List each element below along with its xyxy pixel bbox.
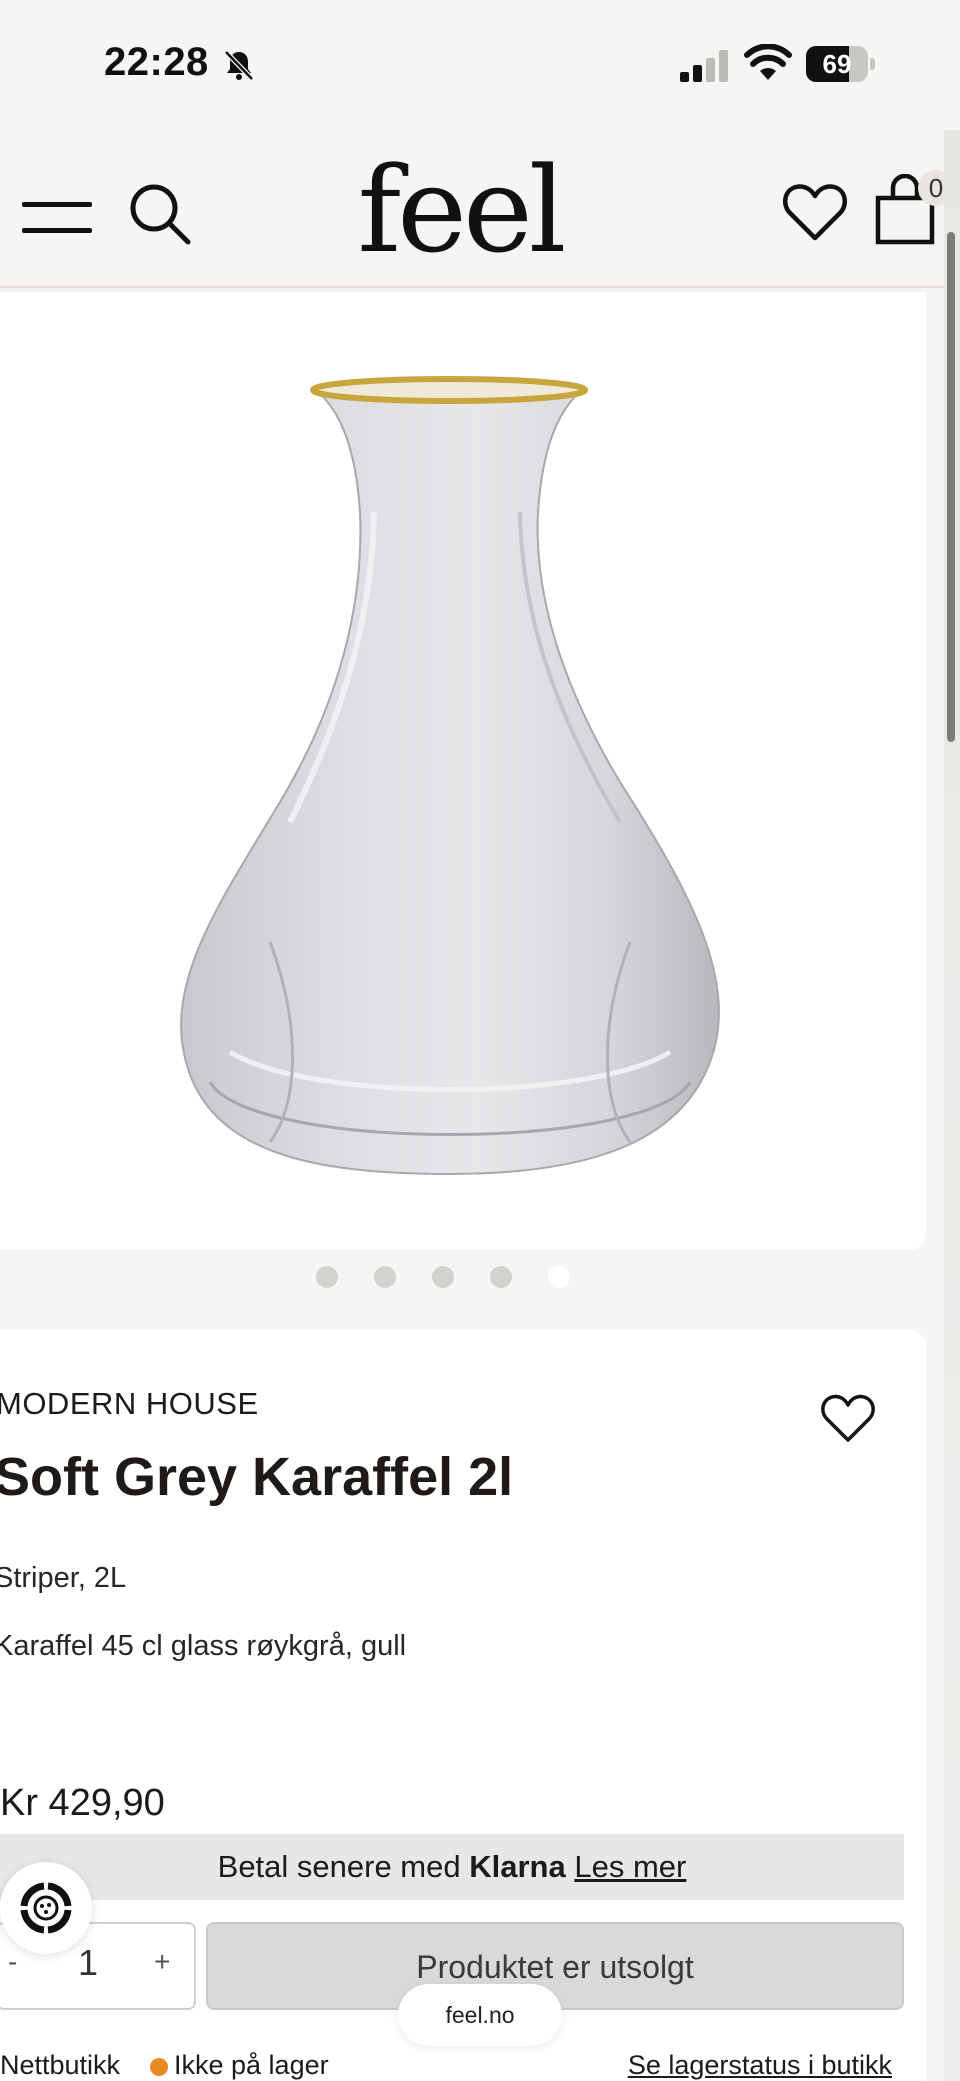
klarna-read-more-link[interactable]: Les mer [574,1849,686,1884]
bell-slash-icon [224,50,254,81]
chat-widget-icon [20,1882,72,1934]
menu-icon[interactable] [22,196,94,238]
carousel-dot-active[interactable] [548,1266,570,1288]
klarna-banner: Betal senere med Klarna Les mer [0,1834,904,1900]
klarna-text: Betal senere med [217,1849,461,1884]
site-logo[interactable]: feel [340,150,580,270]
scrollbar-thumb[interactable] [947,232,955,742]
carousel-dot[interactable] [316,1266,338,1288]
battery-indicator: 69 [806,46,876,82]
product-info-card: MODERN HOUSE Soft Grey Karaffel 2l Strip… [0,1330,926,2081]
product-brand[interactable]: MODERN HOUSE [0,1386,259,1422]
search-icon[interactable] [126,180,194,248]
status-bar: 22:28 69 [0,0,960,130]
product-description: Karaffel 45 cl glass røykgrå, gull [0,1630,407,1662]
quantity-decrease-button[interactable]: - [8,1946,17,1978]
signal-icon [680,50,728,82]
chat-widget-button[interactable] [0,1862,92,1954]
carafe-product-image [180,376,720,1176]
store-stock-link[interactable]: Se lagerstatus i butikk [628,2050,892,2081]
site-header: feel 0 [0,130,954,288]
stock-status-row: Nettbutikk Ikke på lager Se lagerstatus … [0,2050,904,2081]
stock-channel: Nettbutikk [0,2050,121,2080]
wifi-icon [744,44,792,80]
stock-status-text: Ikke på lager [174,2050,329,2080]
product-variant: Striper, 2L [0,1562,127,1594]
product-image-panel[interactable] [0,292,926,1250]
browser-url-pill[interactable]: feel.no [398,1984,562,2046]
wishlist-heart-icon[interactable] [782,180,848,244]
product-title: Soft Grey Karaffel 2l [0,1447,514,1507]
battery-percent: 69 [822,49,852,79]
status-time: 22:28 [104,40,209,84]
add-to-wishlist-heart-icon[interactable] [820,1392,876,1444]
quantity-value[interactable]: 1 [78,1942,98,1984]
stock-status-dot [150,2058,168,2076]
klarna-brand: Klarna [469,1849,566,1884]
image-carousel-dots [316,1266,570,1292]
product-price: Kr 429,90 [0,1782,165,1824]
carousel-dot[interactable] [374,1266,396,1288]
carousel-dot[interactable] [432,1266,454,1288]
carousel-dot[interactable] [490,1266,512,1288]
quantity-increase-button[interactable]: + [154,1946,170,1978]
